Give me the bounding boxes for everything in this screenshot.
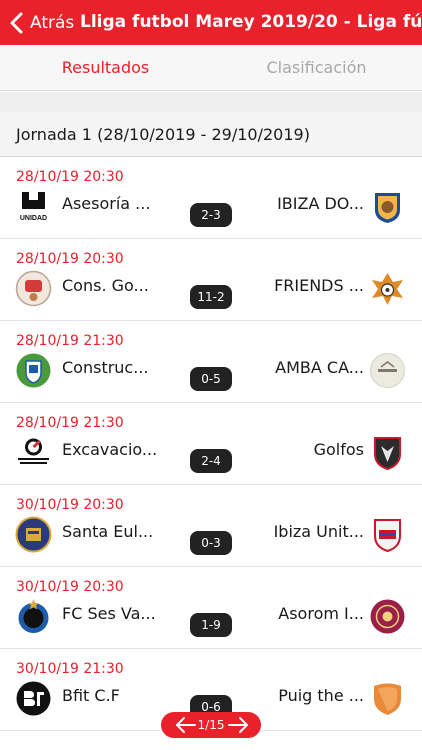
score-badge: 2-4 [190, 449, 232, 473]
match-datetime: 28/10/19 20:30 [16, 169, 124, 185]
back-button[interactable]: Atrás [6, 0, 74, 45]
team-logo-cons-icon [15, 270, 52, 307]
round-header: Jornada 1 (28/10/2019 - 29/10/2019) [0, 112, 422, 157]
arrow-right-icon[interactable] [227, 716, 249, 734]
score-badge: 0-5 [190, 367, 232, 391]
team-logo-puig-icon [374, 683, 401, 715]
match-row[interactable]: 30/10/19 20:30 Santa Eul... 0-3 Ibiza Un… [0, 485, 422, 567]
team-logo-bfit-icon [16, 681, 51, 716]
team-logo-asorom-icon [370, 599, 405, 634]
away-team-name: FRIENDS ... [274, 276, 364, 295]
team-logo-unidad-icon: UNIDAD [20, 192, 47, 222]
score-badge: 11-2 [190, 285, 232, 309]
match-datetime: 30/10/19 20:30 [16, 497, 124, 513]
away-team-name: IBIZA DO... [277, 194, 364, 213]
home-team-name: Santa Eul... [62, 522, 154, 541]
match-row[interactable]: 28/10/19 20:30 UNIDAD Asesoría ... 2-3 I… [0, 157, 422, 239]
team-logo-amba-icon [370, 353, 405, 388]
away-team-name: Ibiza Unit... [273, 522, 364, 541]
team-logo-excavaciones-icon [18, 438, 49, 464]
team-logo-ibiza-icon [375, 193, 400, 223]
team-logo-santa-eularia-icon [15, 516, 52, 553]
chevron-left-icon [10, 12, 23, 33]
home-team-name: Cons. Go... [62, 276, 149, 295]
team-logo-fc-ses-valls-icon [18, 599, 49, 633]
home-team-name: Excavacio... [62, 440, 158, 459]
tab-resultados[interactable]: Resultados [0, 45, 211, 90]
team-logo-golfos-icon [374, 437, 401, 471]
away-team-name: AMBA CA... [275, 358, 364, 377]
away-team-name: Golfos [313, 440, 364, 459]
team-logo-ibiza-united-icon [374, 519, 401, 553]
navbar: Atrás Lliga futbol Marey 2019/20 - Liga … [0, 0, 422, 45]
score-badge: 2-3 [190, 203, 232, 227]
page-title: Lliga futbol Marey 2019/20 - Liga fútbol [80, 12, 422, 32]
match-datetime: 28/10/19 21:30 [16, 333, 124, 349]
home-team-name: Asesoría ... [62, 194, 151, 213]
home-team-name: Bfit C.F [62, 686, 120, 705]
tab-clasificacion[interactable]: Clasificación [211, 45, 422, 90]
score-badge: 0-3 [190, 531, 232, 555]
pager: 1/15 [161, 712, 261, 738]
svg-text:UNIDAD: UNIDAD [20, 215, 47, 222]
back-label: Atrás [30, 12, 75, 33]
match-datetime: 28/10/19 21:30 [16, 415, 124, 431]
away-team-name: Asorom I... [278, 604, 364, 623]
match-datetime: 30/10/19 21:30 [16, 661, 124, 677]
match-row[interactable]: 30/10/19 20:30 FC Ses Va... 1-9 Asorom I… [0, 567, 422, 649]
home-team-name: Construc... [62, 358, 149, 377]
match-row[interactable]: 28/10/19 21:30 Construc... 0-5 AMBA CA..… [0, 321, 422, 403]
team-logo-construc-icon [16, 353, 51, 388]
section-spacer [0, 92, 422, 112]
match-row[interactable]: 28/10/19 21:30 Excavacio... 2-4 Golfos [0, 403, 422, 485]
team-logo-friends-icon [372, 273, 403, 305]
score-badge: 1-9 [190, 613, 232, 637]
tab-bar: Resultados Clasificación [0, 45, 422, 91]
away-team-name: Puig the ... [278, 686, 364, 705]
match-datetime: 28/10/19 20:30 [16, 251, 124, 267]
match-row[interactable]: 28/10/19 20:30 Cons. Go... 11-2 FRIENDS … [0, 239, 422, 321]
match-datetime: 30/10/19 20:30 [16, 579, 124, 595]
home-team-name: FC Ses Va... [62, 604, 156, 623]
